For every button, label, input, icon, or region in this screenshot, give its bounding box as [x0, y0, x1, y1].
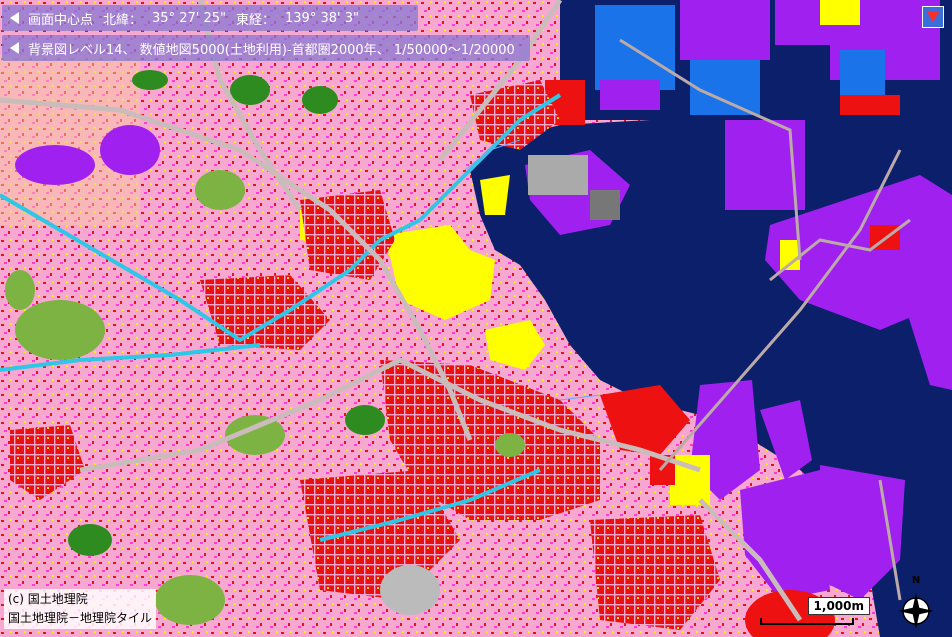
latitude-value: 35° 27' 25"	[152, 10, 226, 26]
layer-description: 背景図レベル14、 数値地図5000(土地利用)-首都圏2000年、 1/500…	[28, 42, 515, 58]
scale-label: 1,000m	[807, 597, 870, 615]
land-use-map[interactable]	[0, 0, 952, 637]
attribution: (c) 国土地理院 国土地理院－地理院タイル	[4, 589, 157, 629]
longitude-label: 東経：	[235, 12, 275, 28]
triangle-left-icon[interactable]	[10, 42, 19, 54]
north-arrow-icon: N	[898, 575, 934, 629]
map-center-status-bar: 画面中心点 北緯： 35° 27' 25" 東経： 139° 38' 3"	[2, 5, 418, 31]
scale-line	[760, 618, 854, 625]
tile-source-line: 国土地理院－地理院タイル	[8, 611, 153, 625]
scale-bar: 1,000m	[760, 597, 870, 625]
latitude-label: 北緯：	[103, 12, 143, 28]
center-label: 画面中心点	[28, 12, 94, 28]
layer-info-bar: 背景図レベル14、 数値地図5000(土地利用)-首都圏2000年、 1/500…	[2, 35, 530, 61]
longitude-value: 139° 38' 3"	[285, 10, 359, 26]
triangle-left-icon[interactable]	[10, 12, 19, 24]
triangle-down-icon	[927, 12, 939, 22]
north-label: N	[912, 575, 920, 586]
menu-button[interactable]	[922, 6, 944, 28]
copyright-line: (c) 国土地理院	[8, 592, 88, 606]
